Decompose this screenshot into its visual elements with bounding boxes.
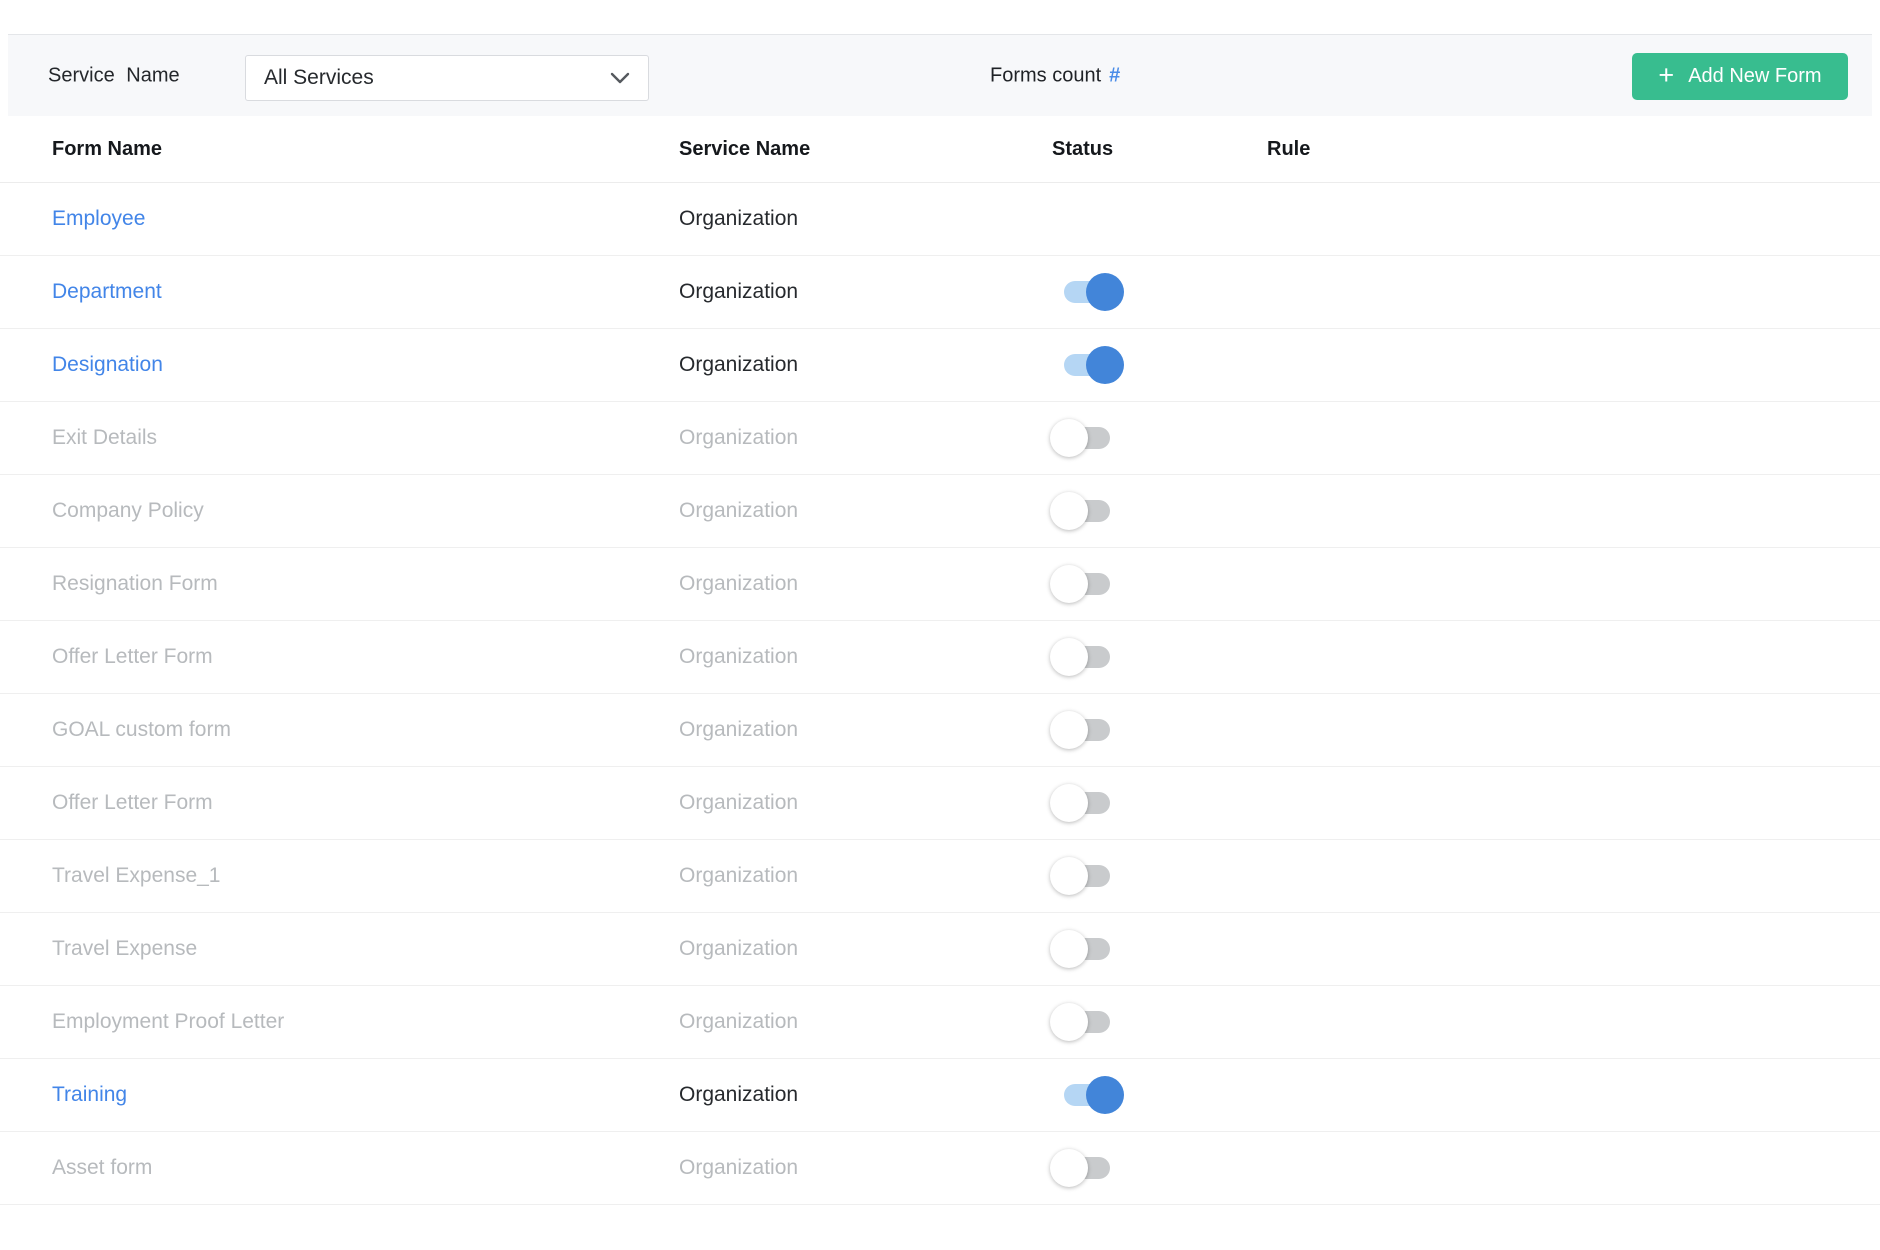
status-toggle[interactable] (1064, 281, 1110, 303)
table-row: Asset form Organization (0, 1132, 1880, 1205)
service-name-text: Organization (679, 1083, 1052, 1107)
status-toggle[interactable] (1064, 719, 1110, 741)
service-name-text: Organization (679, 718, 1052, 742)
forms-page: Service Name All Services Forms count # +… (0, 0, 1880, 1250)
column-header-status: Status (1052, 138, 1267, 161)
form-name-link: Travel Expense_1 (52, 864, 220, 887)
status-toggle[interactable] (1064, 427, 1110, 449)
toggle-knob (1086, 273, 1124, 311)
table-row: Designation Organization (0, 329, 1880, 402)
column-header-rule: Rule (1267, 138, 1880, 161)
forms-count-label: Forms count (990, 64, 1101, 86)
table-row: Employment Proof Letter Organization (0, 986, 1880, 1059)
form-name-link: Employment Proof Letter (52, 1010, 284, 1033)
toolbar: Service Name All Services Forms count # +… (8, 34, 1872, 116)
forms-count: Forms count # (990, 64, 1120, 87)
form-name-link[interactable]: Designation (52, 353, 163, 376)
column-header-form-name: Form Name (52, 138, 679, 161)
table-row: Travel Expense Organization (0, 913, 1880, 986)
column-header-service-name: Service Name (679, 138, 1052, 161)
status-toggle[interactable] (1064, 500, 1110, 522)
chevron-down-icon (610, 72, 630, 84)
table-row: Department Organization (0, 256, 1880, 329)
table-row: Company Policy Organization (0, 475, 1880, 548)
toggle-knob (1086, 346, 1124, 384)
toggle-knob (1086, 1076, 1124, 1114)
form-name-link: Offer Letter Form (52, 645, 213, 668)
table-header: Form Name Service Name Status Rule (0, 116, 1880, 183)
service-name-text: Organization (679, 572, 1052, 596)
service-name-text: Organization (679, 791, 1052, 815)
service-name-text: Organization (679, 207, 1052, 231)
table-row: Exit Details Organization (0, 402, 1880, 475)
status-toggle[interactable] (1064, 1011, 1110, 1033)
form-name-link: GOAL custom form (52, 718, 231, 741)
toggle-knob (1050, 857, 1088, 895)
toggle-knob (1050, 492, 1088, 530)
toggle-knob (1050, 930, 1088, 968)
status-toggle[interactable] (1064, 792, 1110, 814)
forms-table-body: Employee Organization Department Organizati… (0, 183, 1880, 1205)
toggle-knob (1050, 711, 1088, 749)
toggle-knob (1050, 1003, 1088, 1041)
form-name-link: Resignation Form (52, 572, 218, 595)
status-toggle[interactable] (1064, 1157, 1110, 1179)
status-toggle[interactable] (1064, 865, 1110, 887)
form-name-link: Offer Letter Form (52, 791, 213, 814)
form-name-link[interactable]: Department (52, 280, 162, 303)
service-name-text: Organization (679, 426, 1052, 450)
service-name-text: Organization (679, 499, 1052, 523)
form-name-link[interactable]: Employee (52, 207, 145, 230)
form-name-link: Exit Details (52, 426, 157, 449)
table-row: Offer Letter Form Organization (0, 767, 1880, 840)
service-name-text: Organization (679, 1156, 1052, 1180)
status-toggle[interactable] (1064, 1084, 1110, 1106)
form-name-link: Travel Expense (52, 937, 197, 960)
plus-icon: + (1658, 62, 1674, 89)
service-name-text: Organization (679, 864, 1052, 888)
service-name-text: Organization (679, 353, 1052, 377)
service-filter-value: All Services (264, 66, 610, 90)
status-toggle[interactable] (1064, 354, 1110, 376)
service-name-text: Organization (679, 280, 1052, 304)
table-row: Resignation Form Organization (0, 548, 1880, 621)
forms-count-link[interactable]: # (1109, 64, 1120, 86)
toggle-knob (1050, 565, 1088, 603)
toggle-knob (1050, 419, 1088, 457)
table-row: Training Organization (0, 1059, 1880, 1132)
form-name-link[interactable]: Training (52, 1083, 127, 1106)
form-name-link: Asset form (52, 1156, 152, 1179)
toggle-knob (1050, 638, 1088, 676)
table-row: Travel Expense_1 Organization (0, 840, 1880, 913)
status-toggle[interactable] (1064, 573, 1110, 595)
table-row: Employee Organization (0, 183, 1880, 256)
service-filter-dropdown[interactable]: All Services (245, 55, 649, 101)
service-name-text: Organization (679, 937, 1052, 961)
add-new-form-button[interactable]: + Add New Form (1632, 53, 1848, 100)
status-toggle[interactable] (1064, 938, 1110, 960)
table-row: Offer Letter Form Organization (0, 621, 1880, 694)
service-name-text: Organization (679, 645, 1052, 669)
toggle-knob (1050, 1149, 1088, 1187)
service-name-filter-label: Service Name (48, 64, 180, 87)
table-row: GOAL custom form Organization (0, 694, 1880, 767)
status-toggle[interactable] (1064, 646, 1110, 668)
service-name-text: Organization (679, 1010, 1052, 1034)
add-new-form-label: Add New Form (1688, 65, 1821, 88)
form-name-link: Company Policy (52, 499, 204, 522)
toggle-knob (1050, 784, 1088, 822)
